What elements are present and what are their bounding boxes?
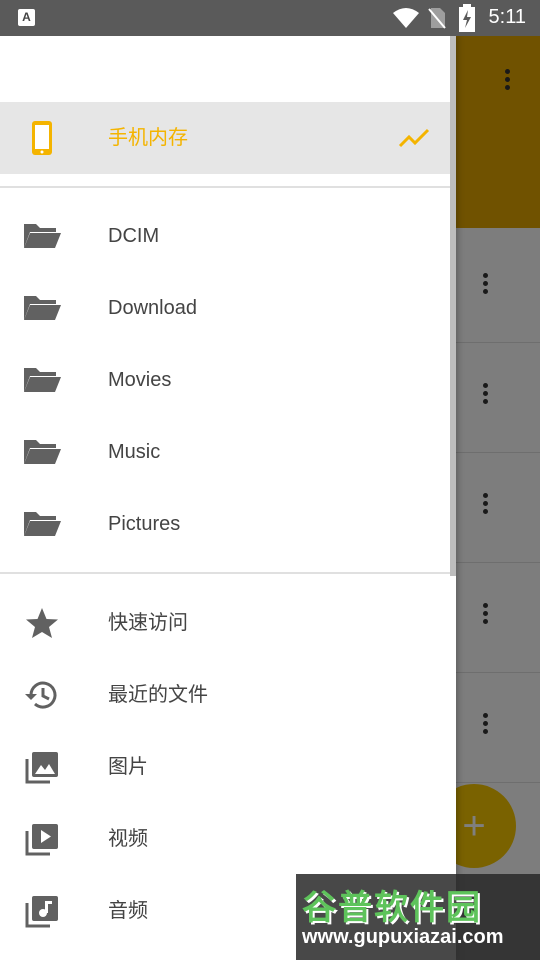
drawer-item-music[interactable]: Music bbox=[0, 416, 450, 488]
video-icon bbox=[25, 824, 58, 856]
folder-open-icon bbox=[24, 512, 61, 536]
image-icon bbox=[25, 752, 58, 784]
drawer-item-label: 音频 bbox=[108, 900, 148, 922]
battery-charging-icon bbox=[459, 4, 475, 32]
watermark: 谷普软件园 www.gupuxiazai.com bbox=[296, 874, 540, 960]
drawer-item-label: 图片 bbox=[108, 756, 148, 778]
watermark-url: www.gupuxiazai.com bbox=[302, 926, 504, 948]
folder-open-icon bbox=[24, 440, 61, 464]
divider bbox=[0, 186, 456, 188]
clock: 5:11 bbox=[488, 6, 526, 28]
drawer-item-label: 快速访问 bbox=[108, 612, 188, 634]
drawer-item-label: Download bbox=[108, 297, 197, 319]
folder-open-icon bbox=[24, 224, 61, 248]
drawer-item-phone-storage[interactable]: 手机内存 bbox=[0, 102, 450, 174]
drawer-item-label: Movies bbox=[108, 369, 172, 391]
drawer-item-images[interactable]: 图片 bbox=[0, 731, 450, 803]
drawer-item-pictures[interactable]: Pictures bbox=[0, 488, 450, 560]
folder-open-icon bbox=[24, 368, 61, 392]
drawer-item-label: 最近的文件 bbox=[108, 684, 208, 706]
drawer-item-videos[interactable]: 视频 bbox=[0, 803, 450, 875]
drawer-item-dcim[interactable]: DCIM bbox=[0, 200, 450, 272]
drawer-item-movies[interactable]: Movies bbox=[0, 344, 450, 416]
drawer-scrollbar[interactable] bbox=[450, 36, 456, 576]
folder-open-icon bbox=[24, 296, 61, 320]
history-icon bbox=[25, 681, 57, 709]
wifi-icon bbox=[393, 8, 419, 28]
status-bar: A 5:11 bbox=[0, 0, 540, 36]
drawer-item-quick-access[interactable]: 快速访问 bbox=[0, 587, 450, 659]
drawer-item-recent-files[interactable]: 最近的文件 bbox=[0, 659, 450, 731]
no-sim-icon bbox=[428, 8, 446, 29]
star-icon bbox=[26, 608, 58, 638]
divider bbox=[0, 572, 456, 574]
drawer-item-label: DCIM bbox=[108, 225, 160, 247]
watermark-title: 谷普软件园 bbox=[302, 889, 482, 927]
drawer-item-label: Pictures bbox=[108, 513, 181, 535]
phone-icon bbox=[32, 121, 52, 155]
drawer-item-label: 手机内存 bbox=[108, 127, 188, 149]
trending-up-icon[interactable] bbox=[398, 124, 430, 152]
navigation-drawer: 手机内存 DCIM Download Movies Music Pictures… bbox=[0, 36, 456, 960]
audio-icon bbox=[25, 896, 58, 928]
drawer-item-label: 视频 bbox=[108, 828, 148, 850]
drawer-item-label: Music bbox=[108, 441, 161, 463]
drawer-item-download[interactable]: Download bbox=[0, 272, 450, 344]
notification-icon: A bbox=[18, 9, 35, 26]
